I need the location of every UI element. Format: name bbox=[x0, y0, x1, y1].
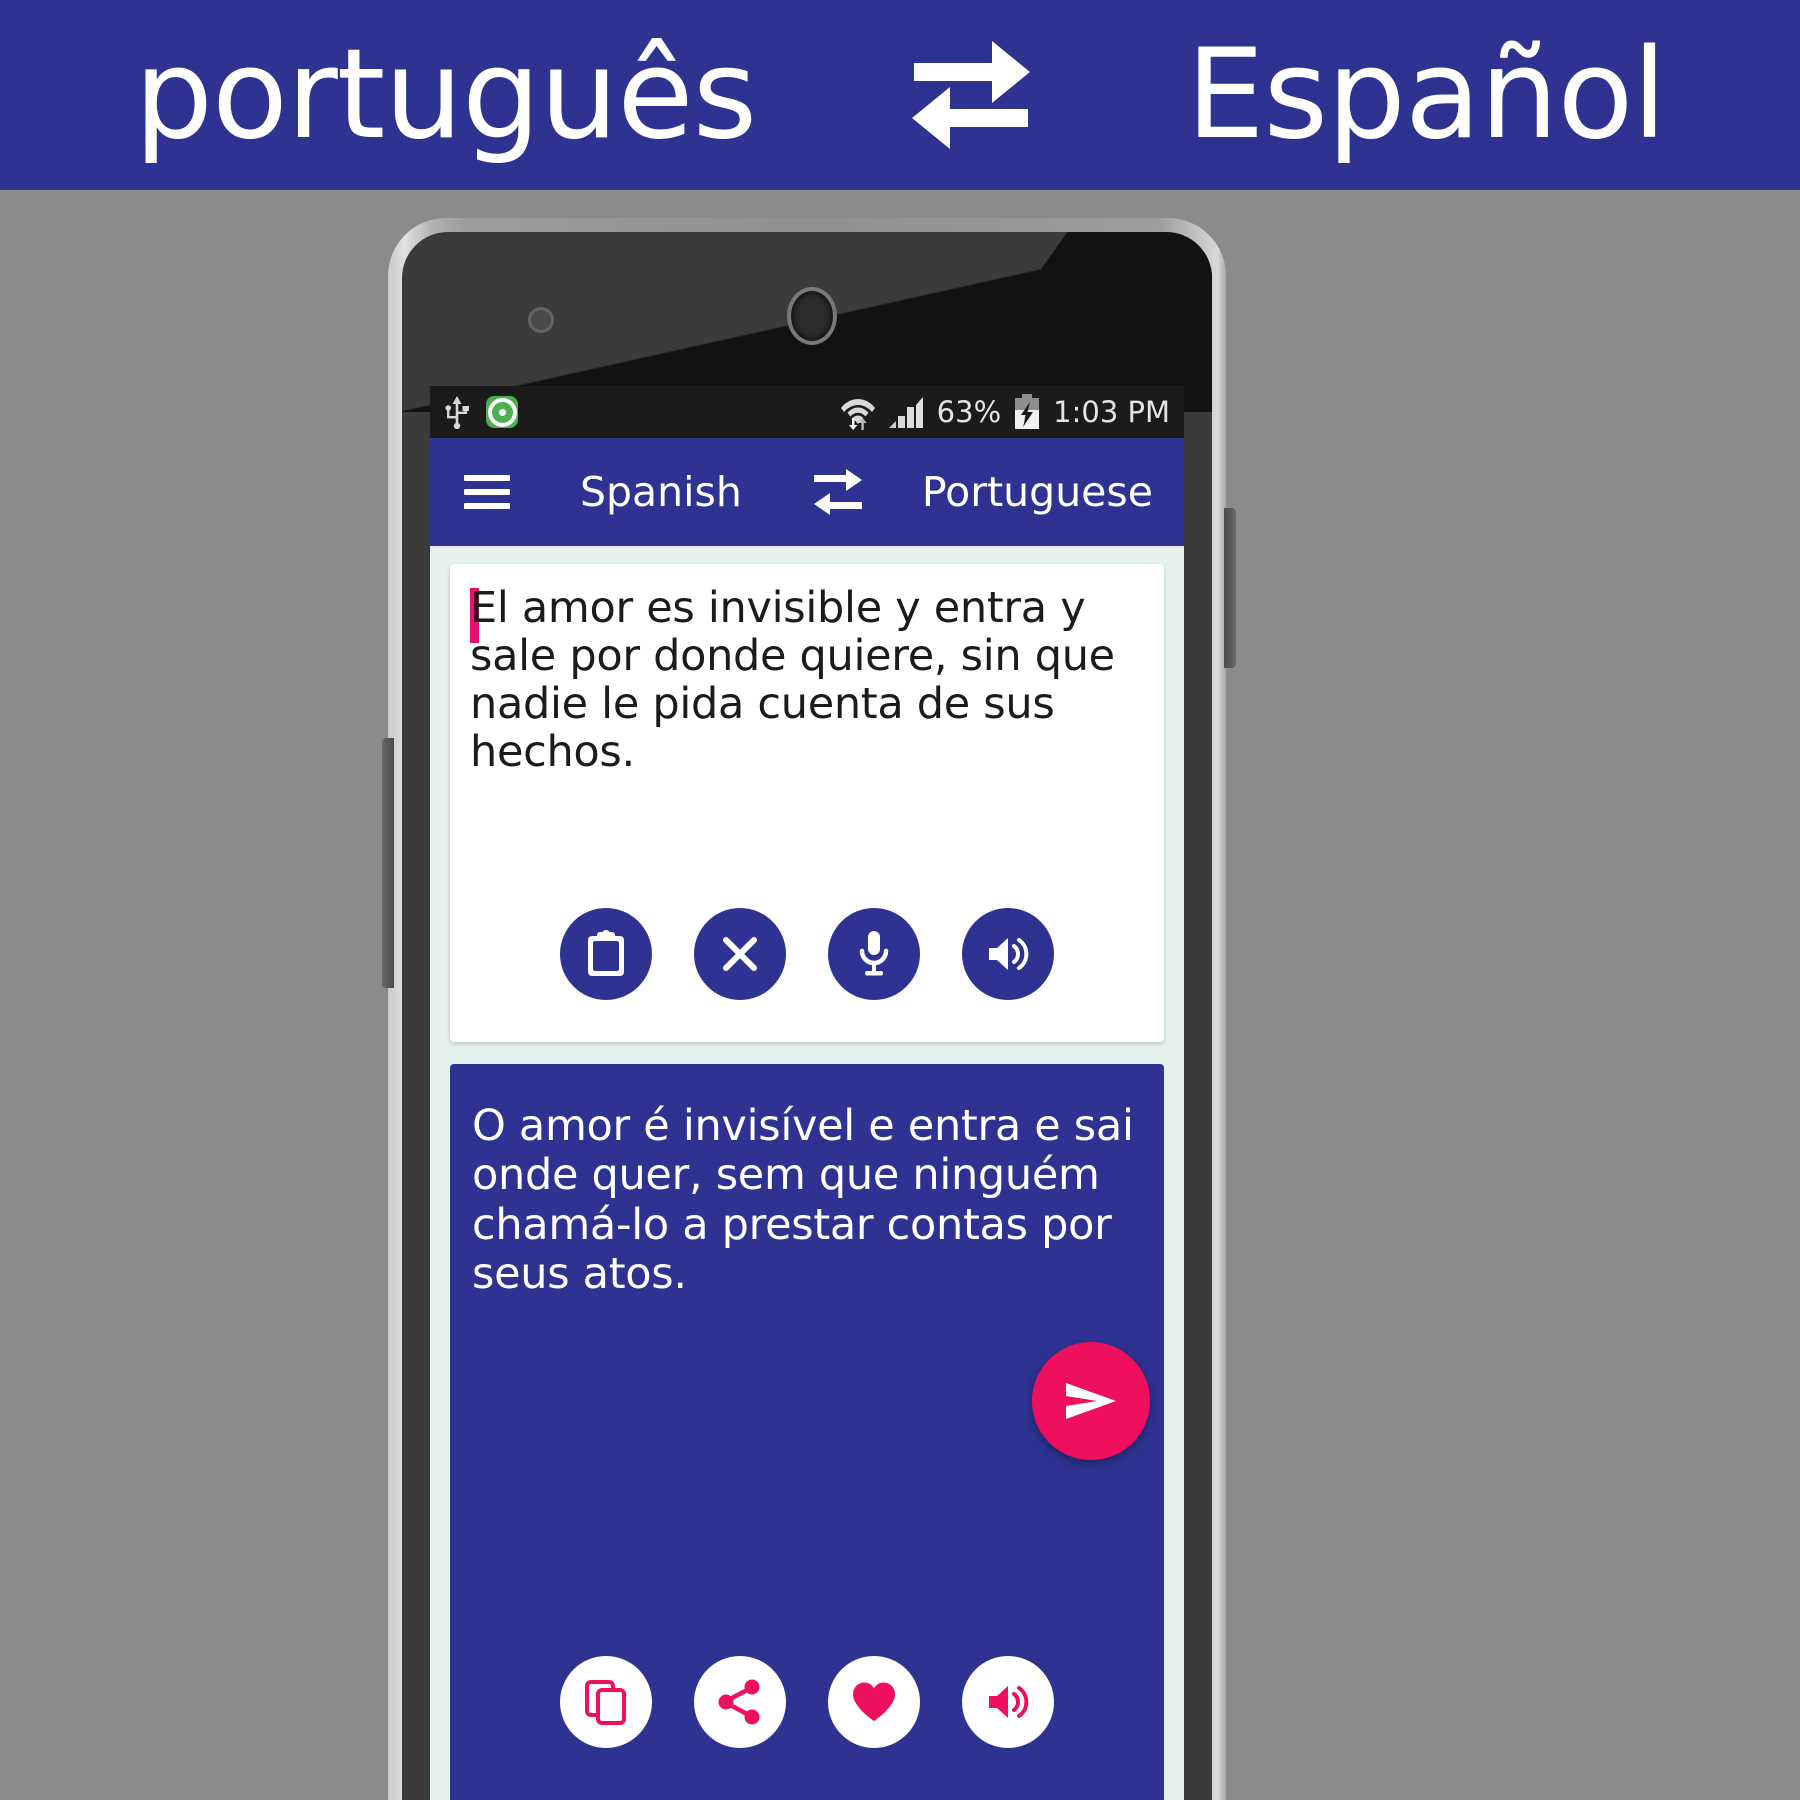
battery-charging-icon bbox=[1013, 394, 1041, 430]
page-background: 63% 1:03 PM Spanish Portuguese El amor e… bbox=[0, 190, 1800, 1800]
battery-percent-label: 63% bbox=[936, 395, 1002, 429]
speak-result-button[interactable] bbox=[962, 1656, 1054, 1748]
phone-screen: 63% 1:03 PM Spanish Portuguese El amor e… bbox=[430, 386, 1184, 1800]
clock-label: 1:03 PM bbox=[1053, 395, 1170, 429]
phone-power-button bbox=[382, 738, 394, 988]
swap-arrows-icon bbox=[906, 35, 1036, 155]
wifi-transfer-icon bbox=[839, 394, 877, 430]
swap-languages-icon[interactable] bbox=[810, 466, 866, 518]
status-bar: 63% 1:03 PM bbox=[430, 386, 1184, 438]
phone-mockup: 63% 1:03 PM Spanish Portuguese El amor e… bbox=[382, 218, 1236, 1800]
voice-input-button[interactable] bbox=[828, 908, 920, 1000]
target-language-selector[interactable]: Portuguese bbox=[922, 468, 1153, 516]
speak-source-button[interactable] bbox=[962, 908, 1054, 1000]
banner-target-language: Español bbox=[1186, 23, 1667, 167]
phone-volume-button bbox=[1224, 508, 1236, 668]
copy-button[interactable] bbox=[560, 1656, 652, 1748]
copy-icon bbox=[584, 1679, 628, 1725]
cellular-signal-icon bbox=[888, 396, 925, 428]
proximity-sensor-icon bbox=[528, 307, 554, 333]
hamburger-menu-icon[interactable] bbox=[464, 475, 510, 509]
share-icon bbox=[717, 1679, 763, 1725]
close-x-icon bbox=[719, 933, 761, 975]
microphone-icon bbox=[856, 929, 892, 979]
heart-icon bbox=[850, 1680, 898, 1724]
favorite-button[interactable] bbox=[828, 1656, 920, 1748]
usb-icon bbox=[444, 395, 470, 429]
source-text-input[interactable]: El amor es invisible y entra y sale por … bbox=[470, 584, 1146, 777]
clipboard-icon bbox=[584, 930, 628, 978]
app-bar: Spanish Portuguese bbox=[430, 438, 1184, 546]
translated-text: O amor é invisível e entra e sai onde qu… bbox=[472, 1101, 1134, 1300]
translate-send-button[interactable] bbox=[1032, 1342, 1150, 1460]
paste-button[interactable] bbox=[560, 908, 652, 1000]
speaker-icon bbox=[985, 1681, 1031, 1723]
speaker-icon bbox=[985, 933, 1031, 975]
status-bar-left bbox=[444, 395, 518, 429]
banner-source-language: português bbox=[134, 23, 757, 167]
clear-button[interactable] bbox=[694, 908, 786, 1000]
send-arrow-icon bbox=[1063, 1377, 1119, 1425]
source-text-card[interactable]: El amor es invisible y entra y sale por … bbox=[450, 564, 1164, 1042]
source-language-selector[interactable]: Spanish bbox=[580, 468, 742, 516]
source-action-row bbox=[450, 908, 1164, 1000]
front-camera-icon bbox=[787, 287, 837, 345]
status-bar-right: 63% 1:03 PM bbox=[839, 394, 1170, 430]
green-app-icon bbox=[486, 396, 518, 428]
share-button[interactable] bbox=[694, 1656, 786, 1748]
result-action-row bbox=[450, 1656, 1164, 1748]
top-banner: português Español bbox=[0, 0, 1800, 190]
